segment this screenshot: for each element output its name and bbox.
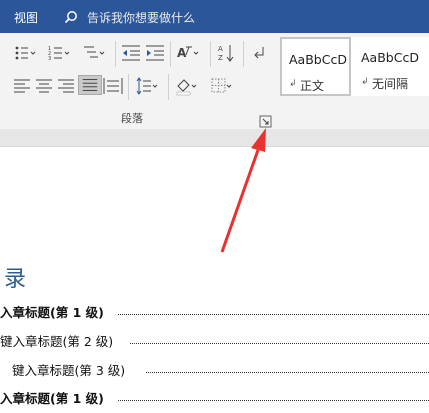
toc-entry[interactable]: 键入章标题(第 3 级) [12, 360, 125, 379]
line-spacing-icon[interactable] [134, 76, 158, 96]
styles-gallery: AaBbCcD ↲ 正文 AaBbCcD ↲ 无间隔 [280, 37, 429, 96]
sort-icon[interactable]: AZ [216, 43, 240, 63]
svg-text:Z: Z [218, 54, 223, 62]
style-sample: AaBbCcD [361, 50, 419, 65]
show-marks-icon[interactable] [249, 43, 273, 63]
shading-icon[interactable] [174, 76, 198, 96]
toc-entry[interactable]: 入章标题(第 1 级) [0, 302, 104, 321]
document-page: 录 入章标题(第 1 级) 键入章标题(第 2 级) 键入章标题(第 3 级) … [0, 147, 429, 413]
paragraph-group-label: 段落 [121, 112, 143, 125]
toc-entry[interactable]: 键入章标题(第 2 级) [0, 331, 113, 350]
ribbon-separator [115, 41, 116, 67]
style-sample: AaBbCcD [289, 52, 347, 67]
toc-leader [118, 314, 429, 315]
ribbon-separator [128, 74, 129, 100]
multilevel-list-icon[interactable] [82, 43, 106, 63]
decrease-indent-icon[interactable] [120, 43, 144, 63]
increase-indent-icon[interactable] [144, 43, 168, 63]
toc-title: 录 [4, 267, 27, 292]
align-left-icon[interactable] [11, 76, 35, 96]
numbering-icon[interactable]: 123 [47, 43, 71, 63]
dialog-launcher-icon[interactable] [259, 113, 272, 128]
align-right-icon[interactable] [55, 76, 79, 96]
ribbon-separator [170, 41, 171, 67]
align-center-icon[interactable] [33, 76, 57, 96]
chinese-layout-icon[interactable]: A [176, 43, 200, 63]
style-name: 正文 [300, 79, 325, 93]
style-normal[interactable]: AaBbCcD ↲ 正文 [280, 37, 351, 96]
bullets-icon[interactable] [13, 43, 37, 63]
ribbon: 123 A AZ 段落 AaBbCcD ↲ 正文 AaBbCcD ↲ 无间隔 [0, 33, 429, 130]
toc-entry[interactable]: 入章标题(第 1 级) [0, 388, 104, 407]
svg-text:A: A [218, 45, 223, 53]
search-icon[interactable] [64, 9, 78, 24]
toc-leader [130, 343, 429, 344]
paragraph-mark-icon: ↲ [361, 77, 369, 87]
style-no-spacing[interactable]: AaBbCcD ↲ 无间隔 [354, 37, 425, 96]
style-name: 无间隔 [372, 77, 409, 91]
ribbon-separator [168, 74, 169, 100]
svg-text:A: A [177, 46, 187, 60]
paragraph-mark-icon: ↲ [289, 79, 297, 89]
toc-leader [146, 372, 429, 373]
ribbon-separator [243, 41, 244, 67]
tell-me-input[interactable]: 告诉我你想要做什么 [87, 9, 195, 26]
tab-view[interactable]: 视图 [14, 9, 38, 26]
justify-icon[interactable] [78, 75, 102, 95]
ruler-strip [0, 129, 429, 147]
toc-leader [118, 400, 429, 401]
distributed-icon[interactable] [101, 76, 125, 96]
borders-icon[interactable] [209, 76, 233, 96]
ribbon-separator [210, 41, 211, 67]
svg-text:3: 3 [48, 56, 51, 62]
title-bar: 视图 告诉我你想要做什么 [0, 0, 429, 33]
